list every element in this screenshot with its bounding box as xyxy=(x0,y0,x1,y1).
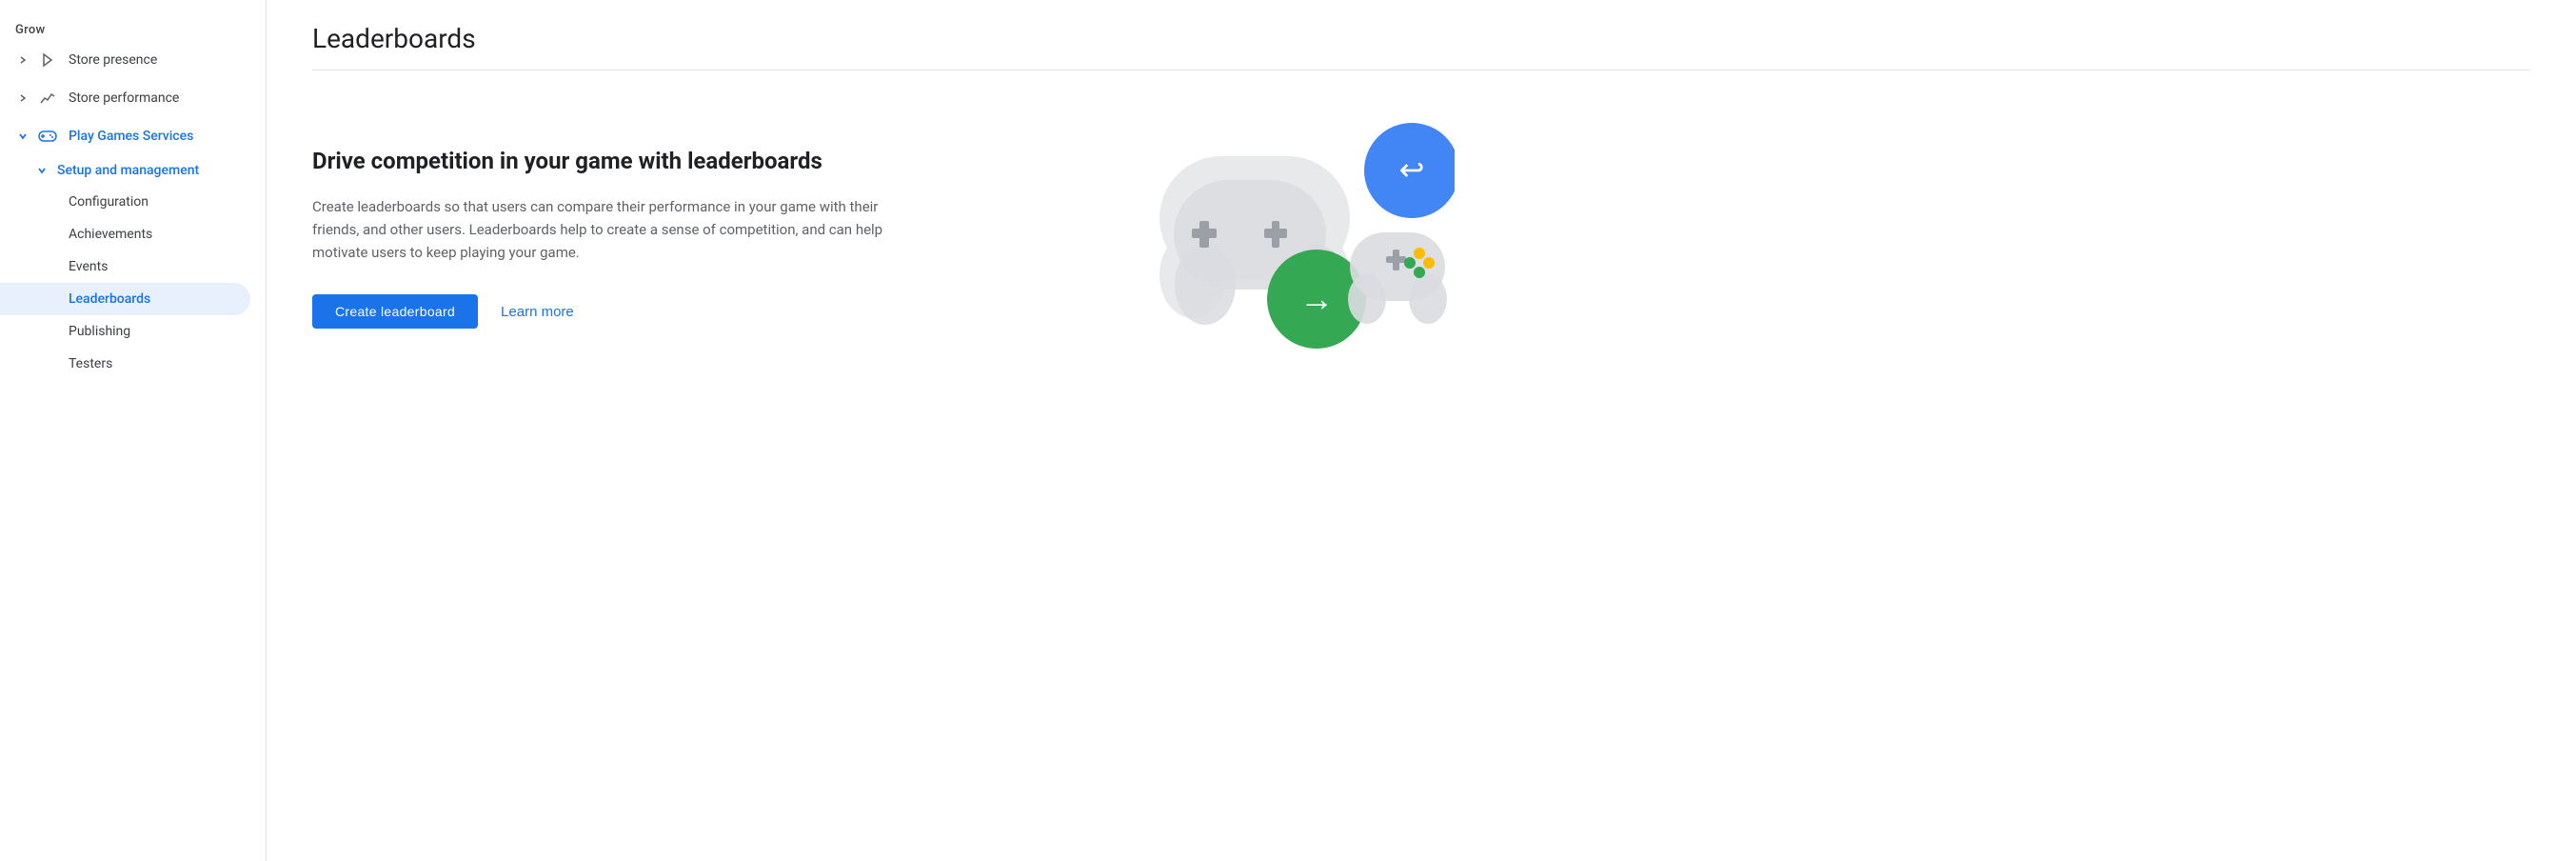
create-leaderboard-button[interactable]: Create leaderboard xyxy=(312,294,478,329)
submenu-item-testers[interactable]: Testers xyxy=(0,348,250,380)
illustration-svg: ↩ → xyxy=(1131,90,1455,394)
submenu-item-configuration[interactable]: Configuration xyxy=(0,186,250,218)
chevron-down-icon-pgs xyxy=(15,129,30,144)
play-games-services-label: Play Games Services xyxy=(69,129,193,144)
grow-section-label: Grow xyxy=(0,15,266,41)
store-presence-label: Store presence xyxy=(69,52,157,68)
drive-competition-title: Drive competition in your game with lead… xyxy=(312,147,883,176)
submenu-item-achievements[interactable]: Achievements xyxy=(0,218,250,250)
submenu-items-list: Configuration Achievements Events Leader… xyxy=(0,186,266,380)
page-title: Leaderboards xyxy=(312,23,2530,54)
submenu-item-publishing[interactable]: Publishing xyxy=(0,315,250,348)
drive-description: Create leaderboards so that users can co… xyxy=(312,195,883,264)
play-games-submenu: Setup and management Configuration Achie… xyxy=(0,155,266,380)
learn-more-button[interactable]: Learn more xyxy=(501,304,574,320)
content-area: Drive competition in your game with lead… xyxy=(312,109,1455,394)
sidebar-item-store-presence[interactable]: Store presence xyxy=(0,41,250,79)
chevron-right-icon xyxy=(15,52,30,68)
sidebar-item-store-performance[interactable]: Store performance xyxy=(0,79,250,117)
action-buttons: Create leaderboard Learn more xyxy=(312,294,883,329)
submenu-item-events[interactable]: Events xyxy=(0,250,250,283)
store-performance-label: Store performance xyxy=(69,90,179,106)
store-performance-icon xyxy=(38,89,57,108)
chevron-down-icon-setup xyxy=(34,163,50,178)
sidebar-item-play-games-services[interactable]: Play Games Services xyxy=(0,117,250,155)
store-presence-icon xyxy=(38,50,57,70)
leaderboard-illustration: ↩ → xyxy=(1131,90,1455,394)
text-section: Drive competition in your game with lead… xyxy=(312,109,883,329)
setup-management-header[interactable]: Setup and management xyxy=(0,155,266,186)
svg-text:↩: ↩ xyxy=(1399,151,1425,188)
sidebar: Grow Store presence Store performance xyxy=(0,0,267,861)
main-content: Leaderboards Drive competition in your g… xyxy=(267,0,2576,861)
play-games-icon xyxy=(38,127,57,146)
chevron-right-icon-perf xyxy=(15,90,30,106)
svg-text:→: → xyxy=(1299,279,1334,319)
setup-management-label: Setup and management xyxy=(57,163,199,178)
submenu-item-leaderboards[interactable]: Leaderboards xyxy=(0,283,250,315)
